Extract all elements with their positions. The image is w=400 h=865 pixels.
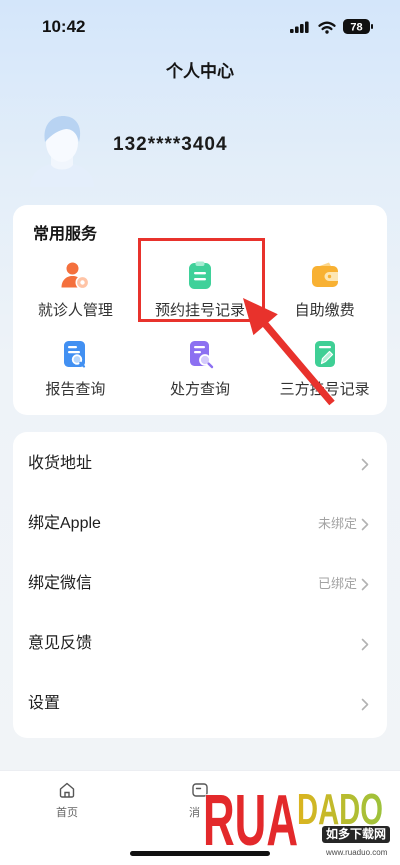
service-prescription-query[interactable]: 处方查询 xyxy=(138,339,263,399)
service-label: 三方挂号记录 xyxy=(279,381,370,398)
service-label: 就诊人管理 xyxy=(37,302,113,319)
clipboard-icon xyxy=(188,261,211,289)
service-label: 报告查询 xyxy=(45,381,106,398)
services-grid: 就诊人管理 预约挂号记录 自助缴费 报告查询 处方查询 三方挂号记录 xyxy=(13,260,387,399)
service-self-payment[interactable]: 自助缴费 xyxy=(262,260,387,320)
chevron-right-icon xyxy=(361,518,369,530)
services-title: 常用服务 xyxy=(33,226,98,243)
chevron-right-icon xyxy=(361,458,369,470)
settings-menu-card: 收货地址 绑定Apple 未绑定 绑定微信 已绑定 意见反馈 设置 xyxy=(13,432,387,738)
watermark-url: www.ruaduo.com xyxy=(326,848,388,857)
service-third-party-records[interactable]: 三方挂号记录 xyxy=(262,339,387,399)
chevron-right-icon xyxy=(361,638,369,650)
battery-level: 78 xyxy=(350,22,362,34)
menu-item-right xyxy=(357,638,369,651)
menu-item-label: 意见反馈 xyxy=(28,635,93,652)
tab-home-label: 首页 xyxy=(56,807,78,819)
chevron-right-icon xyxy=(361,578,369,590)
document-edit-icon xyxy=(314,341,335,367)
service-patient-management[interactable]: 就诊人管理 xyxy=(13,260,138,320)
watermark-logo-left: RUA xyxy=(203,782,298,861)
menu-item-shipping-address[interactable]: 收货地址 xyxy=(13,434,387,494)
menu-item-right: 已绑定 xyxy=(318,576,369,592)
patient-management-icon xyxy=(61,262,90,290)
service-label: 处方查询 xyxy=(169,381,230,398)
menu-item-feedback[interactable]: 意见反馈 xyxy=(13,614,387,674)
chevron-right-icon xyxy=(361,698,369,710)
phone-number: 132****3404 xyxy=(113,134,228,155)
prescription-search-icon xyxy=(189,341,214,369)
service-label: 预约挂号记录 xyxy=(154,302,245,319)
service-appointment-records[interactable]: 预约挂号记录 xyxy=(138,260,263,320)
menu-item-status: 未绑定 xyxy=(317,516,357,531)
avatar[interactable] xyxy=(26,111,98,187)
watermark-name: 如多下载网 xyxy=(322,826,391,843)
services-card: 常用服务 就诊人管理 预约挂号记录 自助缴费 报告查询 处方查询 三方挂号记录 xyxy=(13,205,387,415)
menu-item-label: 收货地址 xyxy=(28,455,93,472)
signal-icon xyxy=(290,21,309,33)
menu-item-bind-apple[interactable]: 绑定Apple 未绑定 xyxy=(13,494,387,554)
menu-item-label: 绑定Apple xyxy=(28,515,101,532)
menu-item-label: 绑定微信 xyxy=(28,575,93,592)
wallet-icon xyxy=(311,262,338,287)
menu-item-settings[interactable]: 设置 xyxy=(13,674,387,734)
menu-item-label: 设置 xyxy=(28,695,61,712)
status-icons: 78 xyxy=(290,19,373,34)
report-search-icon xyxy=(64,341,86,368)
home-icon xyxy=(59,782,75,798)
service-report-query[interactable]: 报告查询 xyxy=(13,339,138,399)
menu-item-bind-wechat[interactable]: 绑定微信 已绑定 xyxy=(13,554,387,614)
status-time: 10:42 xyxy=(42,17,86,36)
wifi-icon xyxy=(318,21,336,34)
watermark: RUA DADO 如多下载网 www.ruaduo.com xyxy=(200,782,392,862)
menu-item-right xyxy=(357,698,369,711)
service-label: 自助缴费 xyxy=(294,302,355,319)
page-title: 个人中心 xyxy=(166,62,234,81)
menu-item-right xyxy=(357,458,369,471)
menu-item-right: 未绑定 xyxy=(318,516,369,532)
battery-icon: 78 xyxy=(343,19,373,34)
menu-item-status: 已绑定 xyxy=(317,576,357,591)
tab-home[interactable]: 首页 xyxy=(27,771,107,831)
